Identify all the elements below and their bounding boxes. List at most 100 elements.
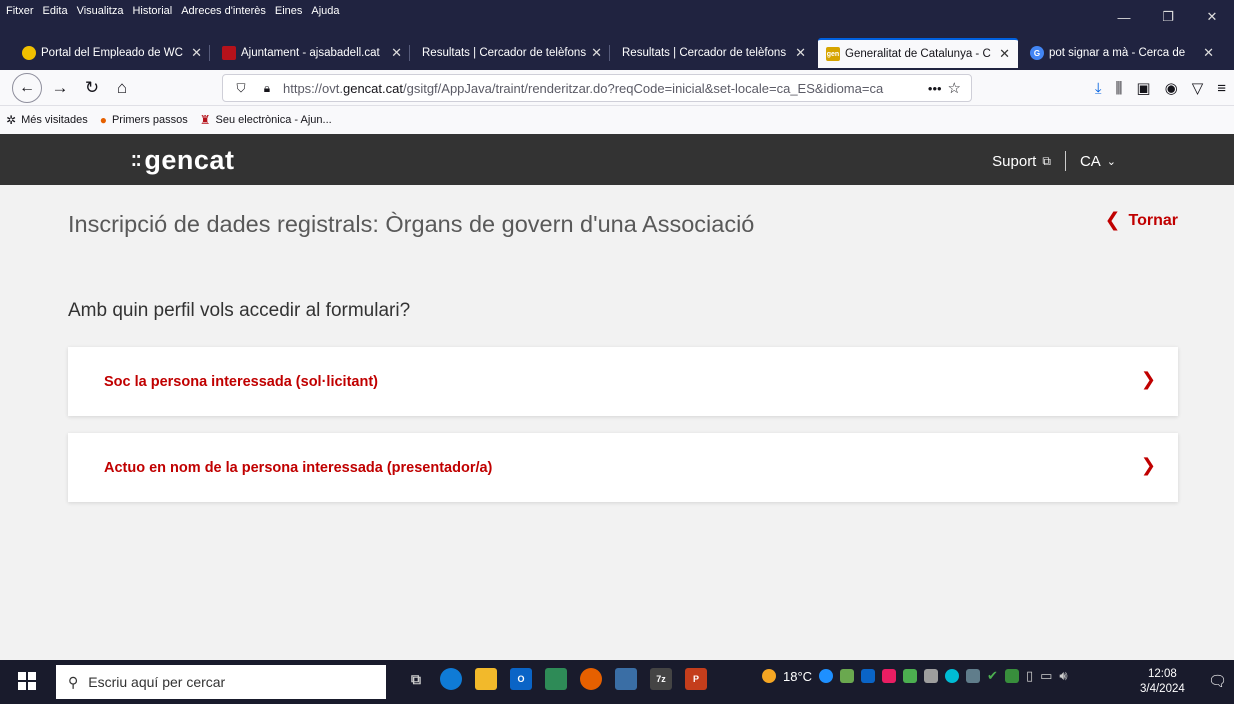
window-controls: — ❐ ✕ <box>1102 0 1234 34</box>
library-icon[interactable]: ⫼ <box>1116 80 1123 97</box>
menu-file[interactable]: Fitxer <box>6 5 34 17</box>
city-crest-icon <box>222 46 236 60</box>
chevron-down-icon[interactable]: ⌄ <box>1107 155 1116 168</box>
site-header: ⁚⁚ gencat Suport ⧉ CA ⌄ <box>0 134 1234 185</box>
reload-icon[interactable]: ↻ <box>78 74 106 102</box>
tab-resultats-1[interactable]: Resultats | Cercador de telèfons ✕ <box>414 38 610 68</box>
search-icon: ⚲ <box>68 673 79 690</box>
pocket-icon[interactable]: ▽ <box>1192 79 1204 97</box>
close-icon[interactable]: ✕ <box>795 45 806 61</box>
tab-resultats-2[interactable]: Resultats | Cercador de telèfons ✕ <box>614 38 814 68</box>
tab-title: Resultats | Cercador de telèfons <box>422 47 587 59</box>
bookmark-getting-started[interactable]: ● Primers passos <box>100 113 188 127</box>
tray-app-icon[interactable] <box>1004 669 1019 683</box>
menu-icon[interactable]: ≡ <box>1217 80 1226 97</box>
back-label: Tornar <box>1128 211 1178 229</box>
tab-portal-empleado[interactable]: Portal del Empleado de WC ✕ <box>14 38 210 68</box>
notification-icon[interactable]: 🗨︎ <box>1208 672 1227 690</box>
temperature[interactable]: 18°C <box>783 669 812 684</box>
tab-title: Resultats | Cercador de telèfons <box>622 47 787 59</box>
close-window-icon[interactable]: ✕ <box>1190 0 1234 34</box>
menu-edit[interactable]: Edita <box>43 5 68 17</box>
close-icon[interactable]: ✕ <box>591 45 602 61</box>
weather-icon[interactable] <box>762 669 776 683</box>
menu-tools[interactable]: Eines <box>275 5 303 17</box>
page-actions-icon[interactable]: ••• <box>928 81 942 96</box>
tab-title: Generalitat de Catalunya - C <box>845 48 991 60</box>
date: 3/4/2024 <box>1140 683 1185 695</box>
header-links: Suport ⧉ CA ⌄ <box>992 151 1116 171</box>
file-explorer-icon[interactable] <box>475 668 497 690</box>
tray-app-icon[interactable] <box>882 669 897 683</box>
support-link[interactable]: Suport <box>992 153 1036 170</box>
tray-app-icon[interactable] <box>903 669 918 683</box>
toolbar-right: ⤓ ⫼ ▣ ◉ ▽ ≡ <box>1095 74 1234 102</box>
tray-app-icon[interactable] <box>840 669 855 683</box>
app-icon[interactable] <box>545 668 567 690</box>
gencat-dots-icon: ⁚⁚ <box>131 152 141 170</box>
taskbar-apps: ⧉ O 7z P <box>405 668 707 690</box>
gencat-logo[interactable]: ⁚⁚ gencat <box>131 145 234 176</box>
account-icon[interactable]: ◉ <box>1165 79 1178 97</box>
tab-generalitat[interactable]: gen Generalitat de Catalunya - C ✕ <box>818 38 1018 68</box>
task-view-icon[interactable]: ⧉ <box>405 668 427 690</box>
tray-app-icon[interactable] <box>945 669 960 683</box>
url-text[interactable]: https://ovt.gencat.cat/gsitgf/AppJava/tr… <box>283 81 922 96</box>
download-icon[interactable]: ⤓ <box>1095 80 1102 97</box>
checkmark-icon[interactable]: ✔ <box>987 668 998 684</box>
close-icon[interactable]: ✕ <box>191 45 202 61</box>
close-icon[interactable]: ✕ <box>391 45 402 61</box>
notepad-icon[interactable] <box>615 668 637 690</box>
close-icon[interactable]: ✕ <box>999 46 1010 62</box>
menu-bookmarks[interactable]: Adreces d'interès <box>181 5 266 17</box>
windows-start-icon[interactable] <box>18 672 36 690</box>
clock[interactable]: 12:08 3/4/2024 <box>1140 667 1185 697</box>
7zip-icon[interactable]: 7z <box>650 668 672 690</box>
forward-arrow-icon[interactable]: → <box>46 74 74 102</box>
edge-icon[interactable] <box>440 668 462 690</box>
menu-view[interactable]: Visualitza <box>77 5 124 17</box>
bookmark-seu-electronica[interactable]: ♜ Seu electrònica - Ajun... <box>200 113 332 127</box>
tab-title: pot signar a mà - Cerca de <box>1049 47 1186 59</box>
network-icon[interactable]: ▭ <box>1040 668 1052 684</box>
chevron-right-icon: ❯ <box>1140 455 1156 475</box>
menu-help[interactable]: Ajuda <box>311 5 339 17</box>
sidebar-icon[interactable]: ▣ <box>1136 79 1150 97</box>
mail-icon[interactable] <box>924 669 939 683</box>
tray-app-icon[interactable] <box>819 669 834 683</box>
bookmark-star-icon[interactable]: ☆ <box>948 79 961 97</box>
taskbar-search[interactable]: ⚲ Escriu aquí per cercar <box>56 665 386 699</box>
option-representative[interactable]: Actuo en nom de la persona interessada (… <box>68 433 1178 502</box>
tray-app-icon[interactable] <box>966 669 981 683</box>
back-link[interactable]: ❮ Tornar <box>1105 209 1178 232</box>
chevron-right-icon: ❯ <box>1140 369 1156 389</box>
back-arrow-icon[interactable]: ← <box>12 73 42 103</box>
restore-icon[interactable]: ❐ <box>1146 0 1190 34</box>
option-label: Soc la persona interessada (sol·licitant… <box>104 373 378 390</box>
menu-history[interactable]: Historial <box>132 5 172 17</box>
firefox-icon[interactable] <box>580 668 602 690</box>
home-icon[interactable]: ⌂ <box>108 74 136 102</box>
tray-outlook-icon[interactable] <box>861 669 876 683</box>
bookmark-most-visited[interactable]: ✲ Més visitades <box>6 113 88 127</box>
shield-icon[interactable]: ⛉ <box>233 81 249 96</box>
volume-icon[interactable]: 🔊︎ <box>1059 668 1067 684</box>
option-label: Actuo en nom de la persona interessada (… <box>104 459 493 476</box>
language-selector[interactable]: CA <box>1080 153 1101 170</box>
bookmarks-bar: ✲ Més visitades ● Primers passos ♜ Seu e… <box>0 106 1234 134</box>
minimize-icon[interactable]: — <box>1102 0 1146 34</box>
outlook-icon[interactable]: O <box>510 668 532 690</box>
tab-title: Ajuntament - ajsabadell.cat <box>241 47 380 59</box>
lock-icon[interactable]: 🔒︎ <box>259 81 275 96</box>
battery-icon[interactable]: ▯ <box>1026 668 1033 684</box>
close-icon[interactable]: ✕ <box>1203 45 1214 61</box>
bookmark-label: Més visitades <box>21 114 88 126</box>
tab-google-search[interactable]: G pot signar a mà - Cerca de ✕ <box>1022 38 1222 68</box>
tab-ajuntament[interactable]: Ajuntament - ajsabadell.cat ✕ <box>214 38 410 68</box>
google-icon: G <box>1030 46 1044 60</box>
powerpoint-icon[interactable]: P <box>685 668 707 690</box>
divider <box>1064 151 1066 171</box>
option-interested-person[interactable]: Soc la persona interessada (sol·licitant… <box>68 347 1178 416</box>
address-bar[interactable]: ⛉ 🔒︎ https://ovt.gencat.cat/gsitgf/AppJa… <box>222 74 972 102</box>
time: 12:08 <box>1147 668 1177 680</box>
